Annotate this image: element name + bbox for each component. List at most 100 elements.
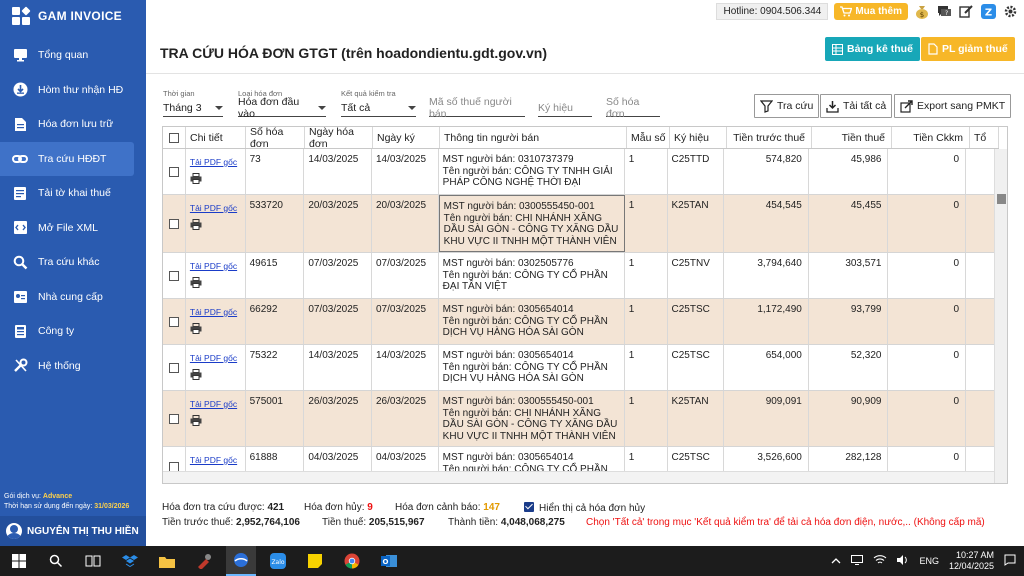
table-row[interactable]: Tải PDF gốc 49615 07/03/2025 07/03/2025 MST …: [163, 253, 995, 299]
dropbox-icon[interactable]: [115, 546, 145, 576]
printer-icon[interactable]: [190, 172, 241, 188]
download-pdf-link[interactable]: Tải PDF gốc: [190, 455, 237, 465]
display-icon[interactable]: [851, 555, 864, 567]
sticky-notes-icon[interactable]: [300, 546, 330, 576]
col-seller-info[interactable]: Thông tin người bán: [440, 127, 627, 148]
period-select[interactable]: Tháng 3: [163, 99, 223, 117]
printer-icon[interactable]: [190, 414, 241, 430]
sidebar-item-other-lookup[interactable]: Tra cứu khác: [0, 245, 146, 280]
invoice-type-select[interactable]: Hóa đơn đầu vào: [238, 96, 326, 120]
clock[interactable]: 10:27 AM 12/04/2025: [949, 550, 994, 572]
sidebar-item-system[interactable]: Hệ thống: [0, 349, 146, 384]
table-row[interactable]: Tải PDF gốc 533720 20/03/2025 20/03/2025 MST…: [163, 195, 995, 253]
sidebar-item-lookup-einvoice[interactable]: Tra cứu HĐĐT: [0, 141, 134, 176]
chat-icon[interactable]: ?: [936, 3, 952, 19]
table-row[interactable]: Tải PDF gốc 75322 14/03/2025 14/03/2025 MST …: [163, 345, 995, 391]
user-profile[interactable]: NGUYỄN THỊ THU HIỀN: [0, 516, 146, 546]
seller-info-cell[interactable]: MST người bán: 0300555450-001 Tên người b…: [439, 391, 625, 446]
sidebar-item-open-xml[interactable]: Mở File XML: [0, 211, 146, 246]
volume-icon[interactable]: [897, 555, 909, 567]
seller-info-cell[interactable]: MST người bán: 0310737379 Tên người bán: …: [439, 149, 625, 194]
download-pdf-link[interactable]: Tải PDF gốc: [190, 203, 237, 213]
col-total[interactable]: Tổ: [970, 127, 999, 148]
download-pdf-link[interactable]: Tải PDF gốc: [190, 157, 237, 167]
chevron-down-icon: [408, 105, 416, 110]
show-cancelled-toggle[interactable]: Hiển thị cả hóa đơn hủy: [524, 502, 645, 514]
sidebar-item-overview[interactable]: Tổng quan: [0, 38, 146, 73]
outlook-icon[interactable]: O: [374, 546, 404, 576]
printer-icon[interactable]: [190, 218, 241, 234]
buy-more-button[interactable]: Mua thêm: [834, 2, 908, 20]
sidebar-item-inbox[interactable]: Hòm thư nhận HĐ: [0, 73, 146, 108]
check-result-select[interactable]: Tất cả: [341, 99, 416, 117]
sidebar-item-tax-return[interactable]: Tải tờ khai thuế: [0, 176, 146, 211]
seller-tax-code-input[interactable]: Mã số thuế người bán: [429, 96, 525, 120]
col-discount[interactable]: Tiền Ckkm: [892, 127, 970, 148]
chevron-up-icon[interactable]: [831, 556, 841, 566]
detail-cell: Tải PDF gốc: [186, 391, 246, 446]
row-checkbox[interactable]: [168, 316, 179, 327]
download-all-button[interactable]: Tải tất cả: [820, 94, 893, 118]
checkbox-checked-icon[interactable]: [524, 502, 534, 512]
download-pdf-link[interactable]: Tải PDF gốc: [190, 353, 237, 363]
col-pre-tax[interactable]: Tiền trước thuế: [727, 127, 812, 148]
scroll-thumb[interactable]: [997, 194, 1006, 204]
zalo-taskbar-icon[interactable]: Zalo: [263, 546, 293, 576]
row-checkbox[interactable]: [168, 218, 179, 229]
vertical-scrollbar[interactable]: [994, 149, 1007, 483]
col-invoice-date[interactable]: Ngày hóa đơn: [305, 127, 373, 150]
horizontal-scrollbar[interactable]: [163, 471, 994, 483]
table-row[interactable]: Tải PDF gốc 575001 26/03/2025 26/03/2025 MST…: [163, 391, 995, 447]
sidebar-item-archive[interactable]: Hóa đơn lưu trữ: [0, 107, 146, 142]
file-explorer-icon[interactable]: [152, 546, 182, 576]
edit-icon[interactable]: [958, 3, 974, 19]
select-all-checkbox[interactable]: [169, 132, 179, 143]
printer-icon[interactable]: [190, 322, 241, 338]
money-bag-icon[interactable]: $: [914, 3, 930, 19]
printer-icon[interactable]: [190, 276, 241, 292]
windows-start-icon[interactable]: [4, 546, 34, 576]
notifications-icon[interactable]: [1004, 554, 1016, 568]
seller-info-cell[interactable]: MST người bán: 0302505776 Tên người bán: …: [439, 253, 625, 298]
search-taskbar-icon[interactable]: [41, 546, 71, 576]
row-checkbox[interactable]: [168, 461, 179, 472]
search-button[interactable]: Tra cứu: [754, 94, 820, 118]
task-view-icon[interactable]: [78, 546, 108, 576]
download-pdf-link[interactable]: Tải PDF gốc: [190, 307, 237, 317]
sidebar-item-suppliers[interactable]: Nhà cung cấp: [0, 280, 146, 315]
table-row[interactable]: Tải PDF gốc 73 14/03/2025 14/03/2025 MST ngư…: [163, 149, 995, 195]
row-checkbox[interactable]: [168, 166, 179, 177]
col-tax[interactable]: Tiền thuế: [812, 127, 892, 148]
download-pdf-link[interactable]: Tải PDF gốc: [190, 261, 237, 271]
chrome-icon[interactable]: [337, 546, 367, 576]
table-row[interactable]: Tải PDF gốc 66292 07/03/2025 07/03/2025 MST …: [163, 299, 995, 345]
sign-date-cell: 07/03/2025: [372, 299, 439, 344]
col-symbol[interactable]: Ký hiệu: [670, 127, 727, 148]
export-button[interactable]: Export sang PMKT: [894, 94, 1012, 118]
seller-tax-code: MST người bán: 0300555450-001: [443, 201, 595, 212]
seller-info-cell[interactable]: MST người bán: 0305654014 Tên người bán: …: [439, 299, 625, 344]
network-icon[interactable]: [873, 555, 887, 567]
printer-icon[interactable]: [190, 368, 241, 384]
row-checkbox[interactable]: [168, 270, 179, 281]
col-sign-date[interactable]: Ngày ký: [373, 127, 440, 148]
col-form[interactable]: Mẫu số: [627, 127, 670, 148]
row-checkbox[interactable]: [168, 362, 179, 373]
app-tool-icon[interactable]: [189, 546, 219, 576]
seller-info-cell[interactable]: MST người bán: 0300555450-001 Tên người b…: [438, 195, 625, 252]
tax-reduction-button[interactable]: PL giảm thuế: [921, 37, 1015, 61]
sidebar-item-label: Hòm thư nhận HĐ: [38, 83, 124, 96]
col-invoice-no[interactable]: Số hóa đơn: [246, 127, 305, 150]
zalo-icon[interactable]: Z: [980, 3, 996, 19]
period-value: Tháng 3: [163, 101, 202, 114]
download-pdf-link[interactable]: Tải PDF gốc: [190, 399, 237, 409]
settings-icon[interactable]: [1002, 3, 1018, 19]
language-indicator[interactable]: ENG: [919, 556, 939, 566]
invoice-number-input[interactable]: Số hóa đơn: [606, 96, 660, 120]
seller-info-cell[interactable]: MST người bán: 0305654014 Tên người bán: …: [439, 345, 625, 390]
symbol-input[interactable]: Ký hiệu: [538, 99, 592, 117]
row-checkbox[interactable]: [168, 413, 179, 424]
gam-invoice-taskbar-icon[interactable]: [226, 546, 256, 576]
sidebar-item-company[interactable]: Công ty: [0, 314, 146, 349]
tax-list-button[interactable]: Bảng kê thuế: [825, 37, 920, 61]
